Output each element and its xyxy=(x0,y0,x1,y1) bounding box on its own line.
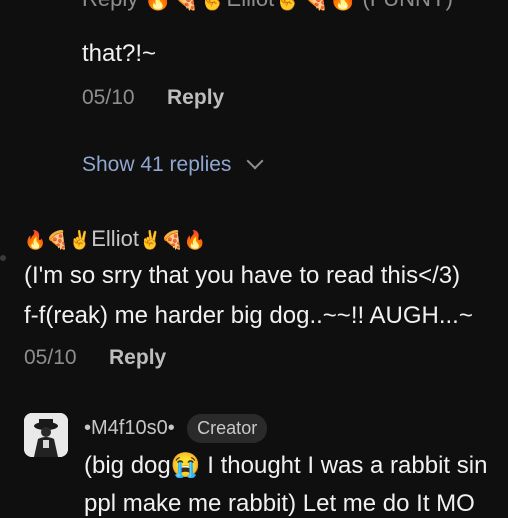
profile-photo-icon xyxy=(24,413,68,457)
comment-date: 05/10 xyxy=(82,86,135,109)
show-replies-label: Show 41 replies xyxy=(82,153,232,176)
comment-date: 05/10 xyxy=(24,346,77,369)
chevron-down-icon xyxy=(246,152,264,170)
name-emoji-prefix: 🔥🍕✌ xyxy=(24,230,92,250)
show-replies-button[interactable]: Show 41 replies xyxy=(82,152,264,177)
commenter-name[interactable]: 🔥🍕✌Elliot✌🍕🔥 xyxy=(24,226,206,252)
comment-line-2: f-f(reak) me harder big dog..~~!! AUGH..… xyxy=(24,302,473,329)
comment-line-1: (I'm so srry that you have to read this<… xyxy=(24,262,461,289)
commenter-username[interactable]: •M4f10s0• xyxy=(84,417,175,439)
comment-line-2: ppl make me rabbit) Let me do It MO xyxy=(84,490,475,517)
comment-meta: 05/10 Reply xyxy=(82,86,224,110)
avatar[interactable] xyxy=(24,413,68,457)
commenter-username: Elliot xyxy=(91,226,139,251)
comment-line-1: (big dog😭 I thought I was a rabbit sin xyxy=(84,452,488,479)
creator-badge: Creator xyxy=(187,414,268,443)
name-emoji-suffix: ✌🍕🔥 xyxy=(138,230,207,250)
reply-button[interactable]: Reply xyxy=(109,346,166,369)
commenter-header: •M4f10s0• Creator xyxy=(84,414,268,443)
comment-text: that?!~ xyxy=(82,40,157,67)
comment-meta: 05/10 Reply xyxy=(24,346,166,370)
cut-reply-line: Reply 🔥🍕✌Elliot✌🍕🔥 (FUNNY) xyxy=(82,0,453,12)
thread-indicator xyxy=(0,255,6,261)
reply-button[interactable]: Reply xyxy=(167,86,224,109)
